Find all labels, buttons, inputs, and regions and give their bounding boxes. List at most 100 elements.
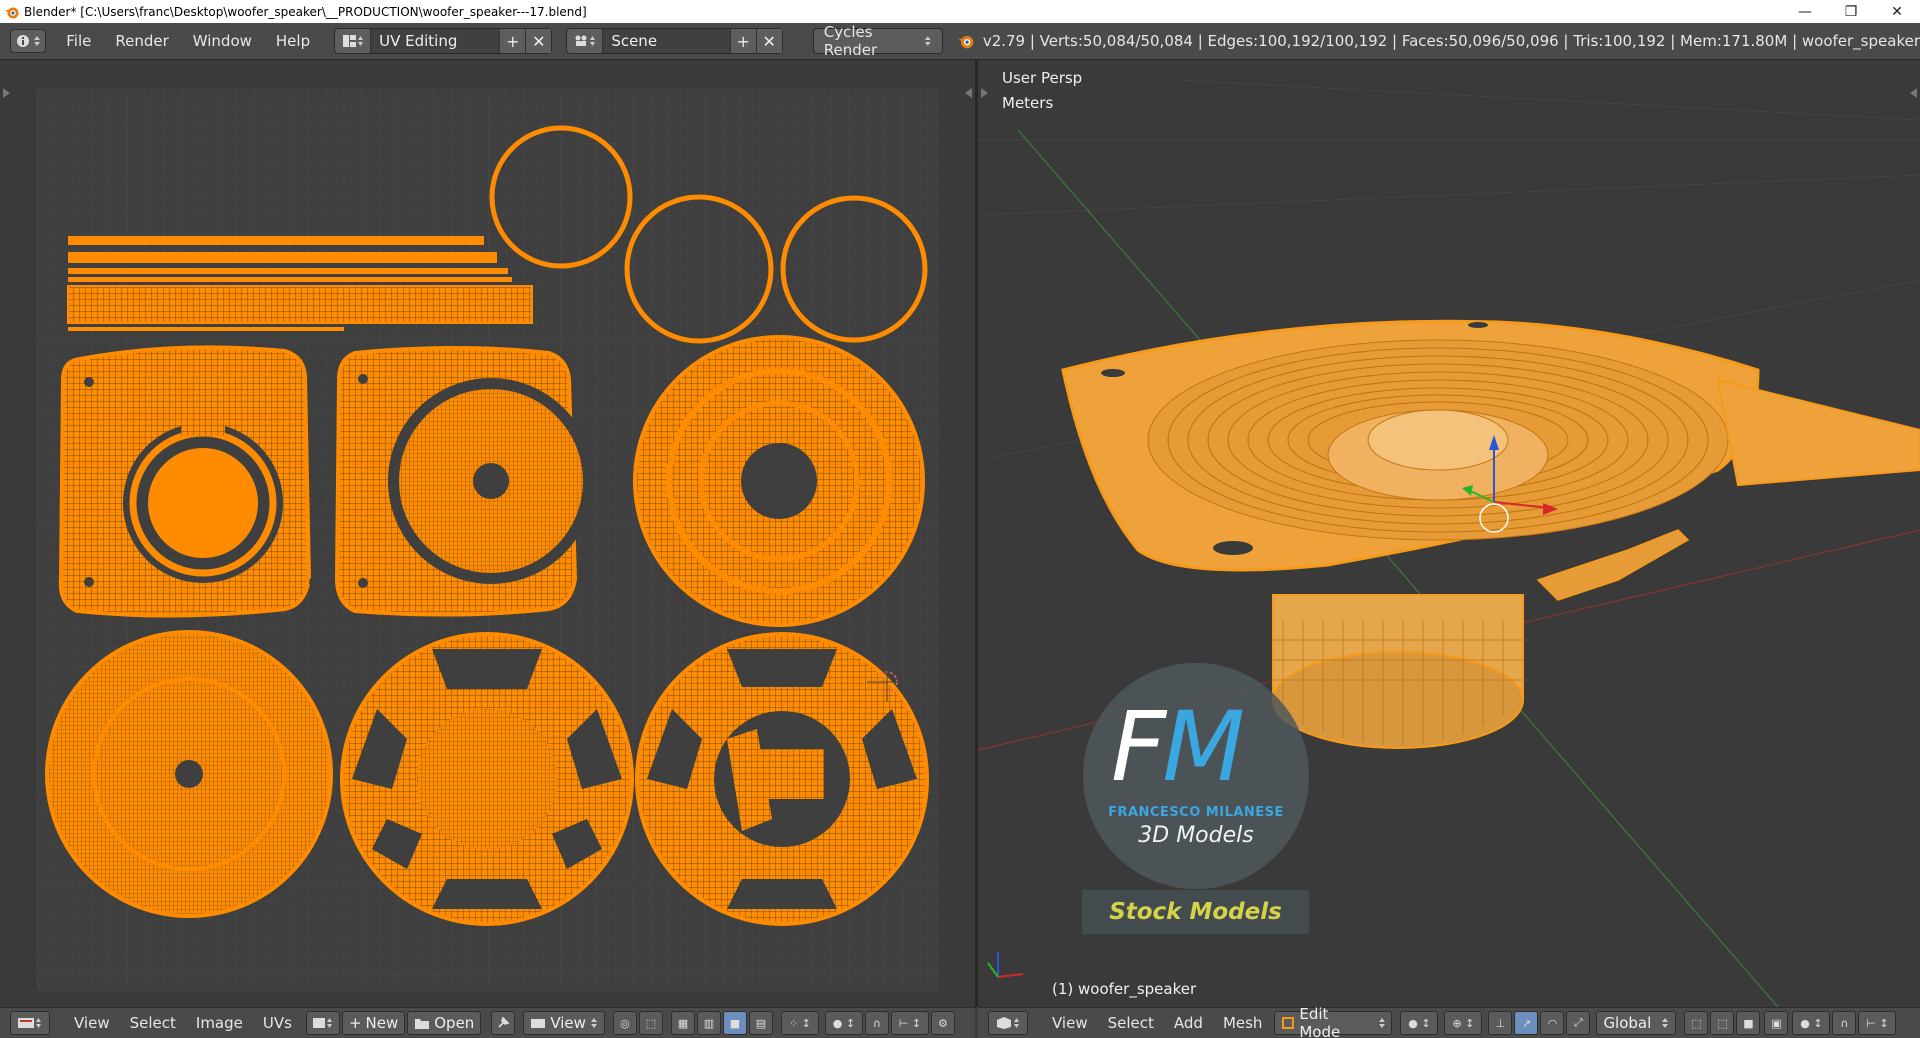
scene-name[interactable]: Scene bbox=[603, 29, 730, 53]
scale-icon: ⤢ bbox=[1574, 1016, 1583, 1029]
pivot-point-icon: ⊕ ↕ bbox=[1452, 1016, 1475, 1030]
uv-strip-island[interactable] bbox=[68, 236, 484, 245]
menu-file[interactable]: File bbox=[54, 28, 103, 54]
select-island-mode-button[interactable]: ▤ bbox=[748, 1011, 773, 1035]
render-slot-button[interactable]: ⚙ bbox=[930, 1011, 955, 1035]
remove-layout-icon[interactable]: ✕ bbox=[525, 29, 552, 53]
manipulator-toggle-button[interactable]: ⊥ bbox=[1488, 1011, 1513, 1035]
uv-menu-view[interactable]: View bbox=[64, 1010, 120, 1036]
face-select-icon: ■ bbox=[729, 1016, 741, 1030]
face-select-icon: ■ bbox=[1743, 1016, 1754, 1030]
pin-icon-button[interactable] bbox=[491, 1011, 516, 1035]
uv-cone-island[interactable] bbox=[633, 335, 925, 627]
vp-menu-select[interactable]: Select bbox=[1098, 1010, 1164, 1036]
screen-layout-name[interactable]: UV Editing bbox=[371, 29, 500, 53]
minimize-button[interactable]: — bbox=[1782, 0, 1828, 23]
mode-dropdown[interactable]: Edit Mode bbox=[1274, 1005, 1393, 1038]
edge-select-icon: ⬚ bbox=[1717, 1016, 1728, 1030]
uv-basket-island-1[interactable] bbox=[340, 632, 634, 926]
screen-layout-selector[interactable]: UV Editing + ✕ bbox=[334, 28, 553, 54]
magnet-icon: ∩ bbox=[1840, 1016, 1849, 1030]
select-vertex-mode-button[interactable]: ▦ bbox=[670, 1011, 695, 1035]
menu-render[interactable]: Render bbox=[103, 28, 180, 54]
axis-widget-icon bbox=[987, 952, 1024, 978]
uv-frame-island-1[interactable] bbox=[58, 345, 319, 618]
uv-menu-uvs[interactable]: UVs bbox=[253, 1010, 302, 1036]
proportional-edit-dropdown[interactable]: ● ↕ bbox=[1792, 1011, 1831, 1035]
vp-menu-view[interactable]: View bbox=[1042, 1010, 1098, 1036]
snap-element-icon: ⊢ ↕ bbox=[1866, 1016, 1889, 1030]
uv-dustcap-island[interactable] bbox=[45, 630, 333, 918]
y-axis-line bbox=[1017, 129, 1779, 1007]
scale-manipulator-button[interactable]: ⤢ bbox=[1566, 1011, 1591, 1035]
rotate-manipulator-button[interactable]: ◠ bbox=[1540, 1011, 1565, 1035]
pivot-icon-button[interactable]: ◎ bbox=[612, 1011, 637, 1035]
snap-target-dropdown[interactable]: ⊢ ↕ bbox=[890, 1011, 929, 1035]
editor-type-image-button[interactable] bbox=[10, 1011, 50, 1035]
folder-icon bbox=[415, 1018, 430, 1029]
view-mode-dropdown[interactable]: View bbox=[523, 1011, 605, 1035]
properties-toggle-icon[interactable] bbox=[1910, 88, 1917, 98]
restore-button[interactable]: ❐ bbox=[1828, 0, 1874, 23]
edge-select-button[interactable]: ⬚ bbox=[1710, 1011, 1735, 1035]
sync-select-icon-button[interactable]: ⬚ bbox=[638, 1011, 663, 1035]
uv-menu-image[interactable]: Image bbox=[186, 1010, 253, 1036]
updown-arrows-icon bbox=[33, 36, 40, 46]
select-edge-mode-button[interactable]: ▥ bbox=[696, 1011, 721, 1035]
orientation-dropdown[interactable]: Global bbox=[1596, 1011, 1677, 1035]
proportional-edit-dropdown[interactable]: ● ↕ bbox=[824, 1011, 863, 1035]
editor-type-3dview-button[interactable] bbox=[988, 1011, 1028, 1035]
uv-layout-canvas[interactable] bbox=[37, 89, 939, 991]
select-face-mode-button[interactable]: ■ bbox=[722, 1011, 747, 1035]
manipulator-icon: ⊥ bbox=[1495, 1016, 1506, 1030]
uv-islands[interactable] bbox=[37, 89, 939, 991]
uv-frame-island-2[interactable] bbox=[334, 346, 596, 617]
uv-image-editor[interactable] bbox=[0, 60, 975, 1007]
vp-menu-mesh[interactable]: Mesh bbox=[1213, 1010, 1273, 1036]
properties-toggle-icon[interactable] bbox=[965, 88, 972, 98]
tool-shelf-toggle-icon[interactable] bbox=[3, 88, 10, 98]
uv-strip-island[interactable] bbox=[67, 285, 533, 324]
uv-strip-island[interactable] bbox=[68, 327, 344, 331]
limit-selection-button[interactable]: ▣ bbox=[1764, 1011, 1789, 1035]
vertex-select-button[interactable]: ⬚ bbox=[1684, 1011, 1709, 1035]
vertex-select-icon: ▦ bbox=[677, 1016, 689, 1030]
uv-strip-island[interactable] bbox=[68, 252, 497, 263]
uv-basket-island-2[interactable] bbox=[635, 632, 929, 926]
close-window-button[interactable]: ✕ bbox=[1874, 0, 1920, 23]
sticky-select-dropdown[interactable]: ⁘ ↕ bbox=[780, 1011, 819, 1035]
scene-icon[interactable] bbox=[567, 29, 604, 53]
uv-strip-island[interactable] bbox=[68, 277, 512, 282]
updown-arrows-icon bbox=[1378, 1018, 1385, 1028]
add-scene-icon[interactable]: + bbox=[729, 29, 756, 53]
scene-selector[interactable]: Scene + ✕ bbox=[566, 28, 783, 54]
uv-strip-island[interactable] bbox=[68, 268, 508, 274]
snap-toggle-button[interactable]: ∩ bbox=[1832, 1011, 1857, 1035]
vp-menu-add[interactable]: Add bbox=[1164, 1010, 1213, 1036]
image-browse-button[interactable] bbox=[305, 1011, 340, 1035]
shading-dropdown[interactable]: ● ↕ bbox=[1400, 1011, 1439, 1035]
face-select-button[interactable]: ■ bbox=[1736, 1011, 1761, 1035]
snap-element-dropdown[interactable]: ⊢ ↕ bbox=[1858, 1011, 1897, 1035]
remove-scene-icon[interactable]: ✕ bbox=[755, 29, 782, 53]
3d-viewport[interactable]: User Persp Meters (1) woofer_speaker bbox=[978, 60, 1920, 1007]
menu-window[interactable]: Window bbox=[181, 28, 264, 54]
editor-type-info-button[interactable] bbox=[10, 29, 47, 53]
render-slot-icon: ⚙ bbox=[937, 1016, 948, 1030]
snap-toggle-button[interactable]: ∩ bbox=[864, 1011, 889, 1035]
translate-manipulator-button[interactable]: ↗ bbox=[1514, 1011, 1539, 1035]
vertex-select-icon: ⬚ bbox=[1691, 1016, 1702, 1030]
open-image-button[interactable]: Open bbox=[407, 1011, 482, 1035]
screen-layout-icon[interactable] bbox=[335, 29, 372, 53]
stock-models-banner: Stock Models bbox=[1082, 890, 1309, 934]
watermark-name: FRANCESCO MILANESE bbox=[1108, 805, 1284, 820]
viewport-scene[interactable] bbox=[978, 60, 1920, 1007]
uv-menu-select[interactable]: Select bbox=[120, 1010, 186, 1036]
new-image-button[interactable]: + New bbox=[341, 1011, 406, 1035]
pivot-point-dropdown[interactable]: ⊕ ↕ bbox=[1444, 1011, 1483, 1035]
menu-help[interactable]: Help bbox=[264, 28, 322, 54]
add-layout-icon[interactable]: + bbox=[499, 29, 526, 53]
tool-shelf-toggle-icon[interactable] bbox=[981, 88, 988, 98]
main-menu: File Render Window Help bbox=[54, 28, 322, 54]
render-engine-dropdown[interactable]: Cycles Render bbox=[812, 23, 943, 59]
